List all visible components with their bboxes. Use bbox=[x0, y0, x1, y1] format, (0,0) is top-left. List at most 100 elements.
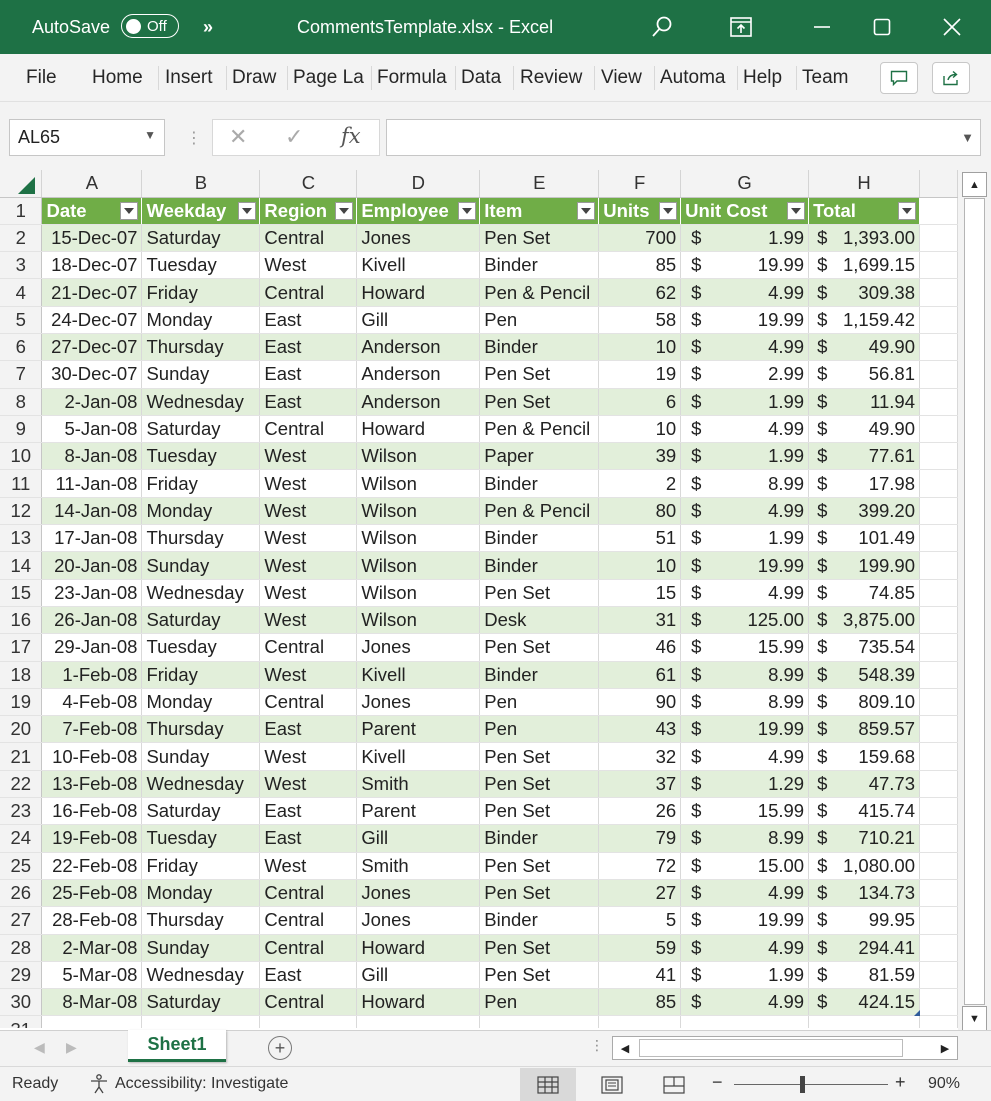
total-cell[interactable]: $11.94 bbox=[808, 388, 920, 416]
text-cell[interactable]: Thursday bbox=[141, 715, 261, 744]
name-box[interactable]: AL65 ▼ bbox=[9, 119, 165, 156]
text-cell[interactable]: Pen Set bbox=[479, 770, 600, 799]
worksheet-grid[interactable]: A B C D E F G H 1 Date Weekday Region Employ… bbox=[0, 170, 958, 1028]
formula-bar-grip[interactable]: ⋮ bbox=[186, 128, 202, 148]
table-header-cell[interactable]: Unit Cost bbox=[680, 197, 810, 225]
text-cell[interactable]: East bbox=[259, 715, 358, 744]
search-icon[interactable] bbox=[632, 0, 692, 54]
cell[interactable] bbox=[919, 797, 958, 826]
text-cell[interactable]: Sunday bbox=[141, 551, 261, 580]
unit-cost-cell[interactable]: $4.99 bbox=[680, 415, 810, 444]
date-cell[interactable]: 18-Dec-07 bbox=[41, 251, 143, 280]
text-cell[interactable]: West bbox=[259, 551, 358, 580]
unit-cost-cell[interactable]: $125.00 bbox=[680, 606, 810, 635]
date-cell[interactable]: 21-Dec-07 bbox=[41, 278, 143, 307]
cell[interactable] bbox=[919, 442, 958, 471]
cell[interactable] bbox=[919, 497, 958, 526]
text-cell[interactable]: Parent bbox=[356, 715, 481, 744]
total-cell[interactable]: $199.90 bbox=[808, 551, 920, 580]
restore-icon[interactable] bbox=[711, 0, 771, 54]
comments-icon[interactable] bbox=[880, 62, 918, 94]
unit-cost-cell[interactable]: $19.99 bbox=[680, 251, 810, 280]
row-header[interactable]: 7 bbox=[0, 360, 43, 389]
text-cell[interactable]: Pen & Pencil bbox=[479, 278, 600, 307]
unit-cost-cell[interactable]: $19.99 bbox=[680, 551, 810, 580]
date-cell[interactable]: 20-Jan-08 bbox=[41, 551, 143, 580]
unit-cost-cell[interactable]: $15.99 bbox=[680, 797, 810, 826]
row-header[interactable]: 14 bbox=[0, 551, 43, 580]
units-cell[interactable]: 58 bbox=[598, 306, 682, 334]
cell[interactable] bbox=[598, 1015, 682, 1028]
text-cell[interactable]: Pen Set bbox=[479, 934, 600, 962]
text-cell[interactable]: Thursday bbox=[141, 333, 261, 362]
text-cell[interactable]: West bbox=[259, 524, 358, 553]
share-icon[interactable] bbox=[932, 62, 970, 94]
total-cell[interactable]: $859.57 bbox=[808, 715, 920, 744]
text-cell[interactable]: Friday bbox=[141, 278, 261, 307]
text-cell[interactable]: Saturday bbox=[141, 224, 261, 253]
text-cell[interactable]: Tuesday bbox=[141, 824, 261, 853]
text-cell[interactable]: Central bbox=[259, 224, 358, 253]
date-cell[interactable]: 24-Dec-07 bbox=[41, 306, 143, 334]
text-cell[interactable]: Pen Set bbox=[479, 879, 600, 908]
unit-cost-cell[interactable]: $1.99 bbox=[680, 524, 810, 553]
column-header[interactable]: F bbox=[598, 170, 682, 198]
text-cell[interactable]: Wilson bbox=[356, 579, 481, 607]
text-cell[interactable]: Binder bbox=[479, 906, 600, 935]
text-cell[interactable]: Sunday bbox=[141, 742, 261, 771]
units-cell[interactable]: 51 bbox=[598, 524, 682, 553]
units-cell[interactable]: 19 bbox=[598, 360, 682, 389]
column-header[interactable]: E bbox=[479, 170, 600, 198]
tab-formulas[interactable]: Formula bbox=[377, 54, 453, 102]
cell[interactable] bbox=[479, 1015, 600, 1028]
text-cell[interactable]: Pen bbox=[479, 715, 600, 744]
row-header[interactable]: 16 bbox=[0, 606, 43, 635]
vertical-scrollbar[interactable]: ▲ ▼ bbox=[958, 170, 991, 1031]
text-cell[interactable]: Saturday bbox=[141, 415, 261, 444]
cell[interactable] bbox=[680, 1015, 810, 1028]
total-cell[interactable]: $56.81 bbox=[808, 360, 920, 389]
text-cell[interactable]: West bbox=[259, 251, 358, 280]
total-cell[interactable]: $399.20 bbox=[808, 497, 920, 526]
text-cell[interactable]: Wilson bbox=[356, 606, 481, 635]
units-cell[interactable]: 700 bbox=[598, 224, 682, 253]
cell[interactable] bbox=[919, 879, 958, 908]
text-cell[interactable]: Paper bbox=[479, 442, 600, 471]
units-cell[interactable]: 32 bbox=[598, 742, 682, 771]
tab-home[interactable]: Home bbox=[92, 54, 152, 102]
text-cell[interactable]: Gill bbox=[356, 824, 481, 853]
text-cell[interactable]: Wednesday bbox=[141, 961, 261, 990]
date-cell[interactable]: 8-Mar-08 bbox=[41, 988, 143, 1017]
row-header[interactable]: 26 bbox=[0, 879, 43, 908]
date-cell[interactable]: 4-Feb-08 bbox=[41, 688, 143, 717]
cell[interactable] bbox=[919, 715, 958, 744]
table-resize-handle[interactable] bbox=[914, 1010, 920, 1016]
filter-dropdown-icon[interactable] bbox=[335, 201, 354, 220]
cell[interactable] bbox=[919, 415, 958, 444]
text-cell[interactable]: Howard bbox=[356, 934, 481, 962]
text-cell[interactable]: Binder bbox=[479, 824, 600, 853]
unit-cost-cell[interactable]: $1.99 bbox=[680, 961, 810, 990]
text-cell[interactable]: Tuesday bbox=[141, 442, 261, 471]
text-cell[interactable]: West bbox=[259, 579, 358, 607]
text-cell[interactable]: Monday bbox=[141, 879, 261, 908]
text-cell[interactable]: Pen Set bbox=[479, 360, 600, 389]
add-sheet-icon[interactable]: + bbox=[268, 1036, 292, 1060]
text-cell[interactable]: Pen bbox=[479, 306, 600, 334]
column-header[interactable]: A bbox=[41, 170, 143, 198]
cell[interactable] bbox=[41, 1015, 143, 1028]
total-cell[interactable]: $3,875.00 bbox=[808, 606, 920, 635]
unit-cost-cell[interactable]: $4.99 bbox=[680, 333, 810, 362]
cell[interactable] bbox=[919, 688, 958, 717]
sheet-next-icon[interactable]: ▶ bbox=[66, 1039, 77, 1056]
cell[interactable] bbox=[919, 742, 958, 771]
close-icon[interactable] bbox=[922, 0, 982, 54]
date-cell[interactable]: 19-Feb-08 bbox=[41, 824, 143, 853]
text-cell[interactable]: East bbox=[259, 333, 358, 362]
total-cell[interactable]: $47.73 bbox=[808, 770, 920, 799]
text-cell[interactable]: Pen Set bbox=[479, 961, 600, 990]
text-cell[interactable]: Sunday bbox=[141, 360, 261, 389]
cell[interactable] bbox=[259, 1015, 358, 1028]
unit-cost-cell[interactable]: $4.99 bbox=[680, 879, 810, 908]
total-cell[interactable]: $1,699.15 bbox=[808, 251, 920, 280]
